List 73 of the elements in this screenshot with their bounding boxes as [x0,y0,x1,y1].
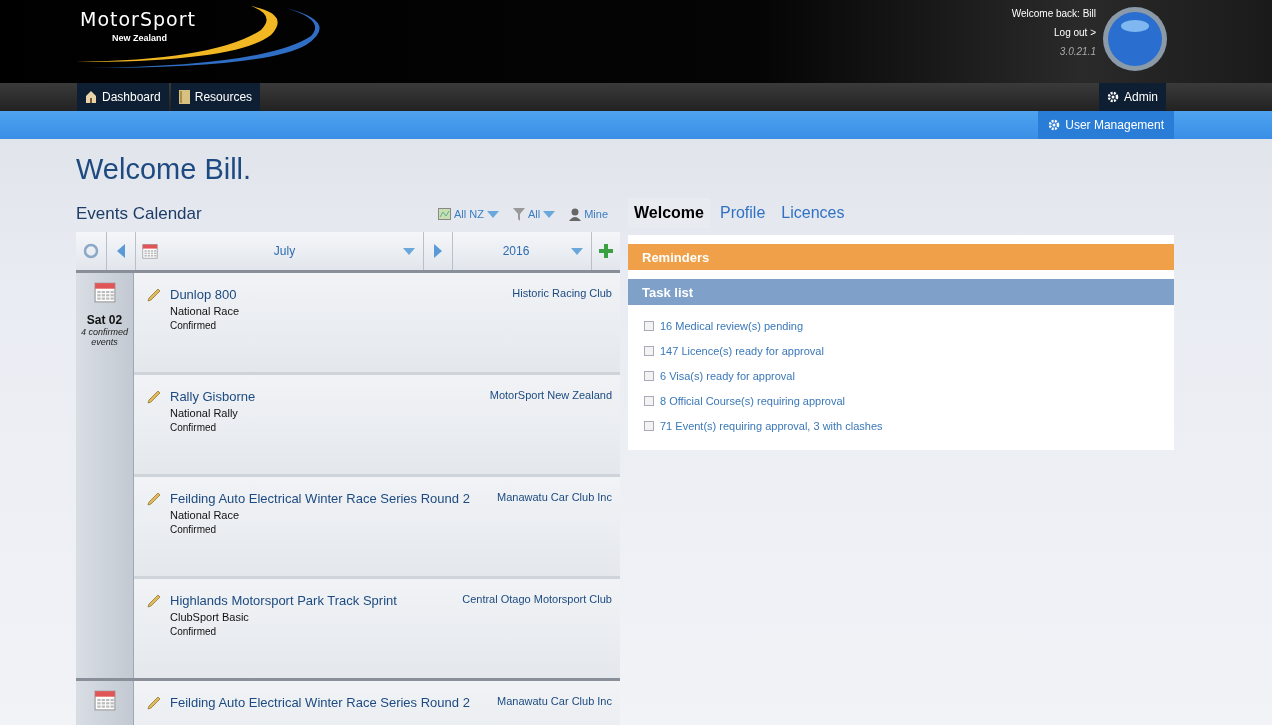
logo-subtitle: New Zealand [112,33,167,43]
refresh-button[interactable] [83,243,99,259]
logo-title: MotorSport [80,8,196,30]
checkbox[interactable] [644,396,654,406]
welcome-text: Welcome back: Bill [1011,8,1096,19]
event-title[interactable]: Rally Gisborne [170,389,256,404]
pencil-icon[interactable] [146,491,162,507]
add-button[interactable] [599,244,613,258]
task-list-header[interactable]: Task list [628,279,1174,305]
event-status: Confirmed [170,320,218,331]
event-club: Manawatu Car Club Inc [497,491,612,505]
page-title: Welcome Bill. [76,153,253,187]
task-link[interactable]: 6 Visa(s) ready for approval [660,370,795,382]
caret-icon [543,210,556,218]
map-icon [437,208,451,220]
version-text: 3.0.21.1 [1059,46,1096,57]
task-link[interactable]: 8 Official Course(s) requiring approval [660,395,846,407]
event-status: Confirmed [170,422,218,433]
filter-link[interactable]: All NZ [437,207,499,221]
event-club: Historic Racing Club [512,287,612,301]
pencil-icon[interactable] [146,389,162,405]
event-type: National Race [170,509,241,521]
pencil-icon[interactable] [146,593,162,609]
day-summary: 4 confirmed events [80,327,130,347]
event-title[interactable]: Feilding Auto Electrical Winter Race Series Round 2 [170,695,470,710]
caret-icon [486,210,499,218]
tab[interactable]: Licences [775,198,851,228]
checkbox[interactable] [644,346,654,356]
month-select[interactable]: July [158,232,423,270]
checkbox[interactable] [644,421,654,431]
task-link[interactable]: 16 Medical review(s) pending [660,320,804,332]
task-link[interactable]: 147 Licence(s) ready for approval [660,345,824,357]
caret-icon [571,247,583,255]
checkbox[interactable] [644,321,654,331]
event-club: MotorSport New Zealand [489,389,612,403]
filter-link[interactable]: All [512,207,556,221]
event-title[interactable]: Dunlop 800 [170,287,237,302]
year-select[interactable]: 2016 [453,232,591,270]
tab[interactable]: Profile [713,198,772,228]
globe-icon[interactable] [1102,6,1168,72]
calendar-icon [93,689,116,711]
filter-icon [512,207,525,221]
settings-icon [1107,91,1119,103]
pencil-icon[interactable] [146,695,162,711]
calendar-icon [93,281,116,303]
task-link[interactable]: 71 Event(s) requiring approval, 3 with clashes [660,420,883,432]
event-club: Manawatu Car Club Inc [497,695,612,709]
house-icon [85,90,97,104]
person-icon [569,207,582,221]
day-date: Sat 02 [86,313,123,327]
event-status: Confirmed [170,524,218,535]
nav-link[interactable]: Resources [170,83,261,111]
event-status: Confirmed [170,626,218,637]
event-club: Central Otago Motorsport Club [462,593,612,607]
user-management-link[interactable]: User Management [1038,111,1174,139]
event-type: National Rally [170,407,239,419]
filter-link[interactable]: Mine [569,207,608,221]
logout-link[interactable]: Log out > [1054,27,1096,38]
event-type: National Race [170,305,241,317]
previous-button[interactable] [117,244,125,258]
settings-icon [1048,119,1061,131]
admin-menu[interactable]: Admin [1099,83,1166,111]
checkbox[interactable] [644,371,654,381]
nav-link[interactable]: Dashboard [77,83,169,111]
event-title[interactable]: Highlands Motorsport Park Track Sprint [170,593,397,608]
event-title[interactable]: Feilding Auto Electrical Winter Race Series Round 2 [170,491,470,506]
calendar-icon [142,243,158,259]
book-icon [178,90,190,104]
pencil-icon[interactable] [146,287,162,303]
calendar-title: Events Calendar [76,204,202,224]
event-type: ClubSport Basic [170,611,250,623]
caret-icon [403,247,415,255]
next-button[interactable] [434,244,442,258]
